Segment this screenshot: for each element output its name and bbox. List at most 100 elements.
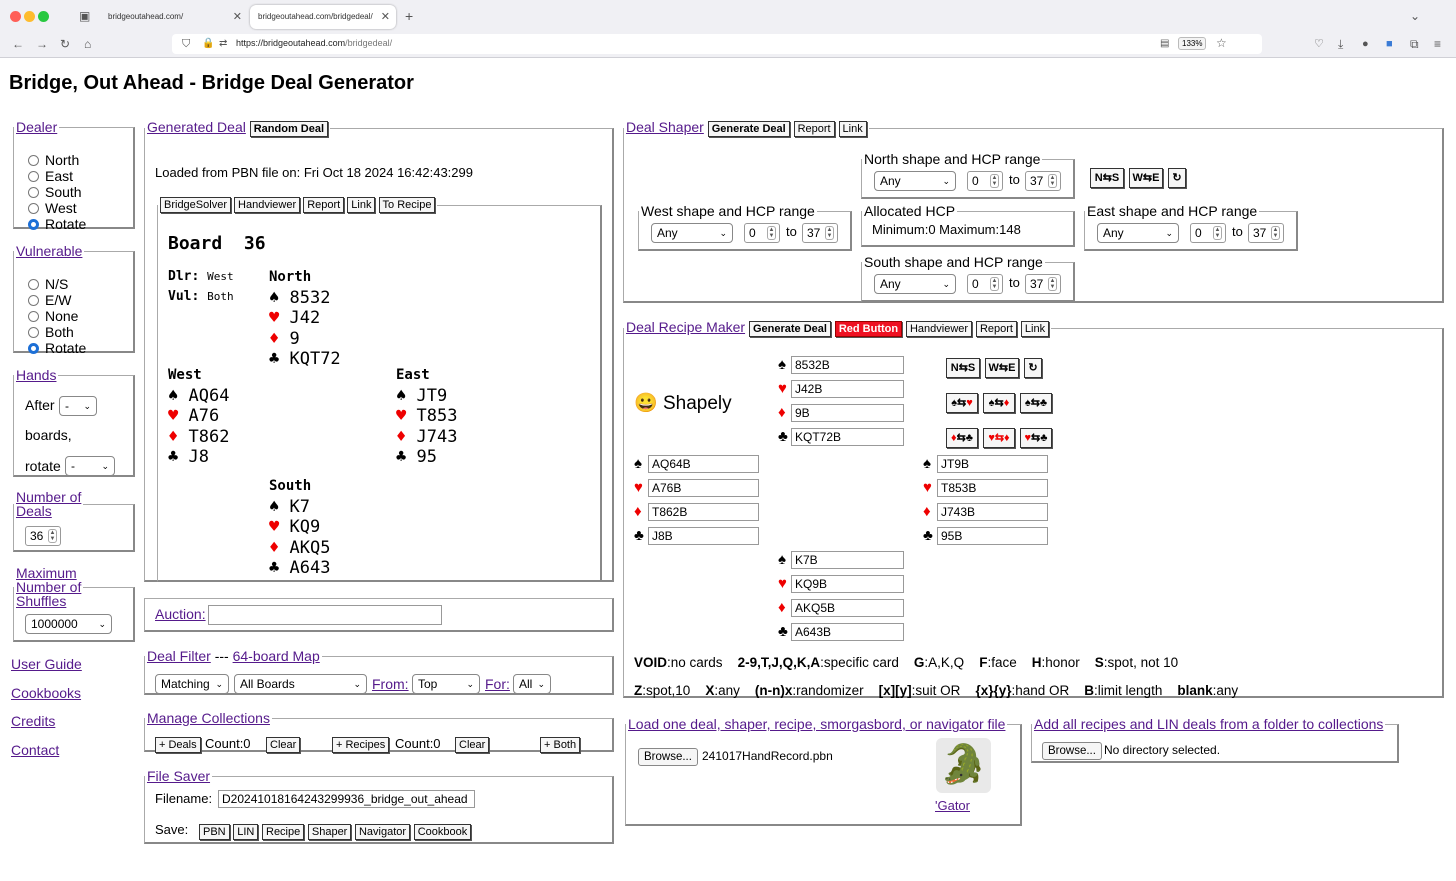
board-map-link[interactable]: 64-board Map [233, 648, 320, 664]
recipe-generate-button[interactable]: Generate Deal [748, 321, 831, 337]
maximize-window-icon[interactable] [38, 11, 49, 22]
south-max-hcp[interactable]: 37 ▲ ▼ [1025, 274, 1061, 294]
recipe-west-hearts[interactable]: A76B [648, 479, 759, 497]
save-lin-button[interactable]: LIN [233, 824, 259, 840]
lock-icon[interactable]: 🔒 [202, 37, 214, 51]
recipe-north-hearts[interactable]: J42B [791, 380, 904, 398]
forward-icon[interactable]: → [36, 37, 48, 51]
cookbooks-link[interactable]: Cookbooks [11, 685, 81, 701]
swap-spades-diamonds-button[interactable]: ♠⇆♦ [983, 393, 1015, 413]
add-folder-legend[interactable]: Add all recipes and LIN deals from a fol… [1032, 716, 1385, 732]
recipe-west-spades[interactable]: AQ64B [648, 455, 759, 473]
hands-legend[interactable]: Hands [14, 367, 58, 383]
rotate-ns-button[interactable]: N⇆S [1090, 168, 1124, 188]
zoom-level[interactable]: 133% [1178, 37, 1207, 50]
tab-bridgedeal[interactable]: bridgeoutahead.com/bridgedeal/✕ [250, 5, 396, 29]
load-browse-button[interactable]: Browse... [638, 748, 698, 766]
recipe-west-clubs[interactable]: J8B [648, 527, 759, 545]
new-tab-icon[interactable]: + [405, 9, 413, 23]
recipe-south-diamonds[interactable]: AKQ5B [791, 599, 904, 617]
close-window-icon[interactable] [10, 11, 21, 22]
vul-ns-radio[interactable]: N/S [28, 276, 68, 292]
after-boards-select[interactable]: - ⌄ [59, 396, 97, 416]
shield-icon[interactable]: ⛉ [182, 37, 190, 51]
swap-spades-hearts-button[interactable]: ♠⇆♥ [946, 393, 978, 413]
reader-view-icon[interactable]: ▤ [1160, 37, 1169, 51]
shaper-link-button[interactable]: Link [838, 121, 867, 137]
from-select[interactable]: Top ⌄ [412, 674, 480, 694]
generated-deal-legend[interactable]: Generated Deal [147, 119, 246, 135]
report-button[interactable]: Report [303, 197, 345, 213]
save-navigator-button[interactable]: Navigator [354, 824, 411, 840]
clear-deals-button[interactable]: Clear [266, 737, 301, 753]
folder-browse-button[interactable]: Browse... [1042, 742, 1102, 760]
shaper-report-button[interactable]: Report [793, 121, 835, 137]
north-max-hcp[interactable]: 37 ▲ ▼ [1025, 171, 1061, 191]
dealer-north-radio[interactable]: North [28, 152, 79, 168]
manage-collections-legend[interactable]: Manage Collections [145, 710, 272, 726]
recipe-north-clubs[interactable]: KQT72B [791, 428, 904, 446]
swap-hearts-diamonds-button[interactable]: ♥⇆♦ [983, 428, 1015, 448]
vul-ew-radio[interactable]: E/W [28, 292, 71, 308]
home-icon[interactable]: ⌂ [84, 37, 91, 51]
west-max-hcp[interactable]: 37 ▲ ▼ [802, 223, 838, 243]
dealer-south-radio[interactable]: South [28, 184, 82, 200]
recipe-east-spades[interactable]: JT9B [937, 455, 1048, 473]
swap-diamonds-clubs-button[interactable]: ♦⇆♣ [946, 428, 978, 448]
matching-select[interactable]: Matching ⌄ [155, 674, 229, 694]
clear-recipes-button[interactable]: Clear [455, 737, 490, 753]
swap-hearts-clubs-button[interactable]: ♥⇆♣ [1020, 428, 1052, 448]
vul-none-radio[interactable]: None [28, 308, 78, 324]
gator-icon[interactable]: 🐊 [936, 738, 991, 793]
vulnerable-legend[interactable]: Vulnerable [14, 243, 84, 259]
dealer-west-radio[interactable]: West [28, 200, 77, 216]
for-select[interactable]: All ⌄ [513, 674, 551, 694]
bookmark-star-icon[interactable]: ☆ [1216, 36, 1227, 50]
west-shape-select[interactable]: Any ⌄ [651, 223, 733, 243]
back-icon[interactable]: ← [12, 37, 24, 51]
save-shaper-button[interactable]: Shaper [307, 824, 352, 840]
recipe-handviewer-button[interactable]: Handviewer [905, 321, 973, 337]
deal-shaper-legend[interactable]: Deal Shaper [626, 119, 704, 135]
add-both-button[interactable]: + Both [540, 737, 581, 753]
auction-label[interactable]: Auction: [155, 606, 206, 622]
recipe-rotate-we-button[interactable]: W⇆E [985, 358, 1019, 378]
recipe-west-diamonds[interactable]: T862B [648, 503, 759, 521]
for-label[interactable]: For: [485, 676, 510, 692]
north-shape-select[interactable]: Any ⌄ [874, 171, 956, 191]
east-shape-select[interactable]: Any ⌄ [1097, 223, 1179, 243]
gator-link[interactable]: 'Gator [935, 798, 970, 813]
vul-rotate-radio[interactable]: Rotate [28, 340, 86, 356]
close-tab-icon[interactable]: ✕ [381, 10, 390, 23]
rotate-cw-button[interactable]: ↻ [1168, 168, 1186, 188]
contact-link[interactable]: Contact [11, 742, 59, 758]
extensions-icon[interactable]: ⧉ [1410, 37, 1419, 51]
deal-filter-link[interactable]: Deal Filter [147, 648, 211, 664]
pocket-icon[interactable]: ♡ [1314, 37, 1324, 51]
recipe-rotate-ns-button[interactable]: N⇆S [946, 358, 980, 378]
dealer-rotate-radio[interactable]: Rotate [28, 216, 86, 232]
minimize-window-icon[interactable] [24, 11, 35, 22]
save-recipe-button[interactable]: Recipe [262, 824, 305, 840]
auction-input[interactable] [208, 605, 442, 625]
rotate-select[interactable]: - ⌄ [65, 456, 115, 476]
south-shape-select[interactable]: Any ⌄ [874, 274, 956, 294]
save-pbn-button[interactable]: PBN [199, 824, 230, 840]
smiley-icon[interactable]: 😀 [634, 393, 658, 414]
recipe-north-diamonds[interactable]: 9B [791, 404, 904, 422]
url-bar[interactable]: ⛉ 🔒 ⇄ https://bridgeoutahead.com/bridged… [172, 34, 1262, 54]
close-tab-icon[interactable]: ✕ [233, 10, 242, 23]
from-label[interactable]: From: [372, 676, 409, 692]
downloads-icon[interactable]: ⤓ [1338, 37, 1343, 51]
tab-home[interactable]: bridgeoutahead.com/✕ [100, 5, 248, 29]
recipe-north-spades[interactable]: 8532B [791, 356, 904, 374]
rotate-we-button[interactable]: W⇆E [1129, 168, 1163, 188]
reload-icon[interactable]: ↻ [60, 37, 70, 51]
recipe-report-button[interactable]: Report [975, 321, 1017, 337]
account-icon[interactable]: ● [1362, 37, 1369, 51]
dealer-east-radio[interactable]: East [28, 168, 73, 184]
recipe-rotate-cw-button[interactable]: ↻ [1024, 358, 1042, 378]
file-saver-legend[interactable]: File Saver [145, 768, 212, 784]
menu-icon[interactable]: ≡ [1434, 37, 1441, 51]
recipe-east-clubs[interactable]: 95B [937, 527, 1048, 545]
